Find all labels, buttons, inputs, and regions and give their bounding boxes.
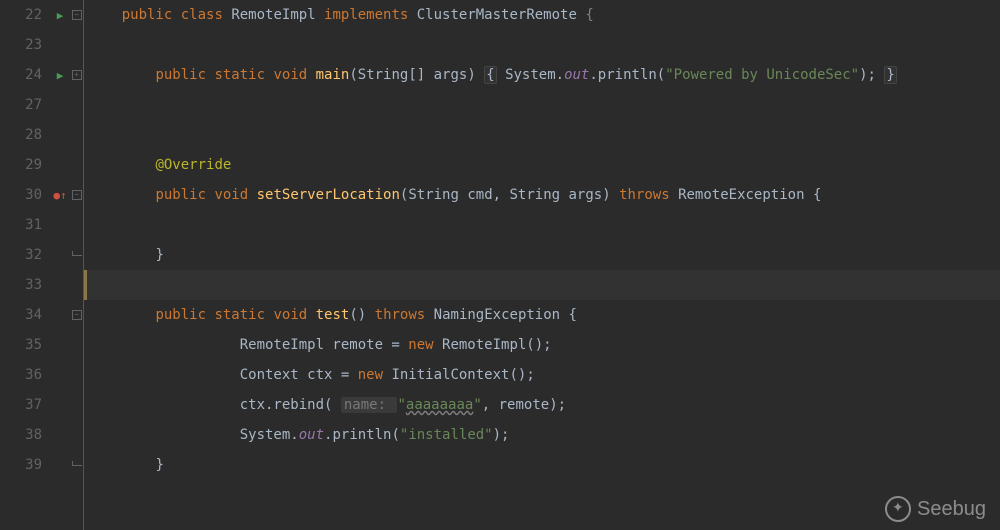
fold-cell: − xyxy=(70,180,83,210)
fold-expand-icon[interactable]: + xyxy=(72,70,82,80)
fold-collapse-icon[interactable]: − xyxy=(72,190,82,200)
gutter-icon-cell xyxy=(50,360,70,390)
fold-end-icon xyxy=(72,251,82,256)
override-up-arrow-icon[interactable]: ↑ xyxy=(60,189,67,202)
code-line[interactable]: public class RemoteImpl implements Clust… xyxy=(84,0,1000,30)
watermark-text: Seebug xyxy=(917,498,986,521)
fold-collapse-icon[interactable]: − xyxy=(72,310,82,320)
fold-cell xyxy=(70,420,83,450)
line-number: 37 xyxy=(0,390,42,420)
code-line[interactable] xyxy=(84,90,1000,120)
fold-cell xyxy=(70,270,83,300)
line-number: 31 xyxy=(0,210,42,240)
fold-cell: − xyxy=(70,300,83,330)
gutter-icon-cell xyxy=(50,300,70,330)
line-number: 28 xyxy=(0,120,42,150)
watermark-logo-icon xyxy=(885,496,911,522)
fold-column[interactable]: − + − − xyxy=(70,0,84,530)
fold-collapse-icon[interactable]: − xyxy=(72,10,82,20)
line-number: 24 xyxy=(0,60,42,90)
gutter-icon-cell xyxy=(50,150,70,180)
gutter-icon-cell xyxy=(50,120,70,150)
code-line[interactable] xyxy=(84,270,1000,300)
gutter-icon-cell xyxy=(50,240,70,270)
gutter-icon-cell xyxy=(50,420,70,450)
cursor-line-marker xyxy=(84,270,87,300)
code-line[interactable]: public static void main(String[] args) {… xyxy=(84,60,1000,90)
fold-cell xyxy=(70,210,83,240)
code-line[interactable]: } xyxy=(84,240,1000,270)
gutter-icon-cell xyxy=(50,330,70,360)
fold-cell xyxy=(70,90,83,120)
fold-cell xyxy=(70,360,83,390)
gutter-icon-cell xyxy=(50,30,70,60)
line-number: 22 xyxy=(0,0,42,30)
gutter-icon-cell xyxy=(50,210,70,240)
code-line[interactable]: ctx.rebind( name: "aaaaaaaa", remote); xyxy=(84,390,1000,420)
gutter-icon-cell: ▶ xyxy=(50,0,70,30)
fold-cell xyxy=(70,30,83,60)
fold-cell: − xyxy=(70,0,83,30)
code-line[interactable] xyxy=(84,120,1000,150)
fold-end-icon xyxy=(72,461,82,466)
line-number: 39 xyxy=(0,450,42,480)
line-number: 38 xyxy=(0,420,42,450)
fold-cell xyxy=(70,120,83,150)
gutter-icon-cell xyxy=(50,270,70,300)
code-area[interactable]: public class RemoteImpl implements Clust… xyxy=(84,0,1000,530)
code-line[interactable]: @Override xyxy=(84,150,1000,180)
line-number: 29 xyxy=(0,150,42,180)
gutter-icon-cell: ▶ xyxy=(50,60,70,90)
line-number: 30 xyxy=(0,180,42,210)
gutter-icon-cell xyxy=(50,90,70,120)
code-line[interactable] xyxy=(84,210,1000,240)
code-line[interactable]: public static void test() throws NamingE… xyxy=(84,300,1000,330)
line-number: 33 xyxy=(0,270,42,300)
line-number: 23 xyxy=(0,30,42,60)
line-number: 36 xyxy=(0,360,42,390)
fold-cell: + xyxy=(70,60,83,90)
fold-cell xyxy=(70,330,83,360)
fold-cell xyxy=(70,450,83,480)
watermark: Seebug xyxy=(885,496,986,522)
code-line[interactable]: } xyxy=(84,450,1000,480)
fold-cell xyxy=(70,240,83,270)
gutter-icon-cell xyxy=(50,390,70,420)
fold-cell xyxy=(70,150,83,180)
gutter-icon-cell xyxy=(50,450,70,480)
code-editor[interactable]: 22232427282930313233343536373839 ▶ ▶ ●↑ − +… xyxy=(0,0,1000,530)
error-icon[interactable]: ● xyxy=(53,189,60,202)
line-number: 34 xyxy=(0,300,42,330)
code-line[interactable]: RemoteImpl remote = new RemoteImpl(); xyxy=(84,330,1000,360)
fold-cell xyxy=(70,390,83,420)
line-number-gutter: 22232427282930313233343536373839 xyxy=(0,0,50,530)
code-line[interactable] xyxy=(84,30,1000,60)
line-number: 35 xyxy=(0,330,42,360)
code-line[interactable]: Context ctx = new InitialContext(); xyxy=(84,360,1000,390)
gutter-icon-cell: ●↑ xyxy=(50,180,70,210)
code-line[interactable]: System.out.println("installed"); xyxy=(84,420,1000,450)
run-icon[interactable]: ▶ xyxy=(57,69,64,82)
run-icon[interactable]: ▶ xyxy=(57,9,64,22)
code-line[interactable]: public void setServerLocation(String cmd… xyxy=(84,180,1000,210)
line-number: 27 xyxy=(0,90,42,120)
gutter-icon-column: ▶ ▶ ●↑ xyxy=(50,0,70,530)
line-number: 32 xyxy=(0,240,42,270)
